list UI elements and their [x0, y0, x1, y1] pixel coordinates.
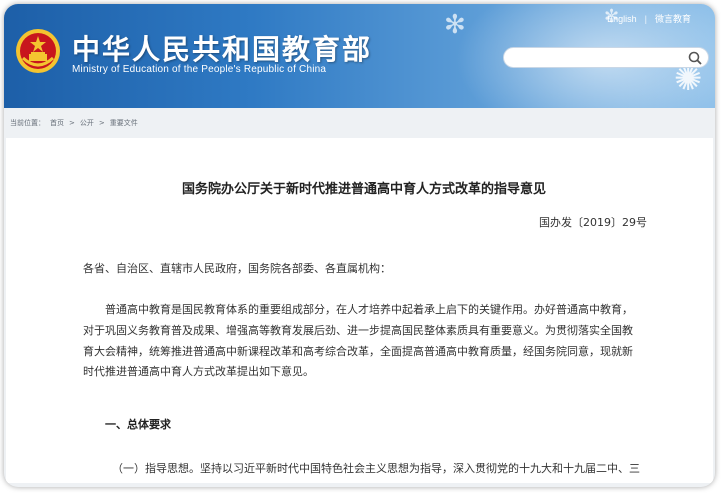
search-box[interactable]	[503, 47, 709, 68]
intro-line: 时代推进普通高中育人方式改革提出如下意见。	[83, 365, 314, 379]
breadcrumb: 当前位置： 首页 > 公开 > 重要文件	[10, 118, 138, 128]
dandelion-decoration-icon: ✻	[444, 10, 466, 40]
site-title-cn[interactable]: 中华人民共和国教育部	[72, 28, 372, 68]
wechat-link[interactable]: 微言教育	[655, 12, 691, 25]
section-heading: 一、总体要求	[105, 418, 171, 431]
document-number: 国办发〔2019〕29号	[539, 216, 647, 229]
intro-line: 对于巩固义务教育普及成果、增强高等教育发展后劲、进一步提高国民整体素质具有重要意…	[83, 323, 633, 337]
intro-line: 普通高中教育是国民教育体系的重要组成部分，在人才培养中起着承上启下的关键作用。办…	[105, 303, 633, 316]
link-separator: |	[644, 13, 647, 24]
site-header-banner: ✻ ✼ ✺ 中华人民共和国教育部 Ministry of Education o…	[4, 4, 715, 108]
section-item: （一）指导思想。坚持以习近平新时代中国特色社会主义思想为指导，深入贯彻党的十九大…	[112, 462, 640, 475]
document-addressee: 各省、自治区、直辖市人民政府，国务院各部委、各直属机构：	[83, 262, 391, 275]
document-content: 国务院办公厅关于新时代推进普通高中育人方式改革的指导意见 国办发〔2019〕29…	[6, 138, 713, 483]
document-intro-paragraph: 普通高中教育是国民教育体系的重要组成部分，在人才培养中起着承上启下的关键作用。办…	[83, 300, 667, 383]
intro-line: 育大会精神，统筹推进普通高中新课程改革和高考综合改革，全面提高普通高中教育质量，…	[83, 344, 633, 358]
top-links: English | 微言教育	[607, 12, 691, 25]
breadcrumb-separator: >	[69, 119, 75, 127]
breadcrumb-separator: >	[98, 119, 105, 127]
document-title: 国务院办公厅关于新时代推进普通高中育人方式改革的指导意见	[181, 182, 546, 197]
national-emblem-icon[interactable]	[15, 28, 61, 74]
breadcrumb-prefix: 当前位置：	[10, 119, 45, 127]
search-icon[interactable]	[687, 50, 703, 66]
site-title-en: Ministry of Education of the People's Re…	[72, 64, 327, 75]
breadcrumb-item-public[interactable]: 公开	[80, 118, 94, 128]
english-link[interactable]: English	[607, 14, 637, 24]
browser-frame: ✻ ✼ ✺ 中华人民共和国教育部 Ministry of Education o…	[4, 4, 715, 487]
search-input[interactable]	[512, 50, 686, 67]
breadcrumb-item-important-docs[interactable]: 重要文件	[110, 118, 138, 128]
breadcrumb-item-home[interactable]: 首页	[50, 118, 64, 128]
